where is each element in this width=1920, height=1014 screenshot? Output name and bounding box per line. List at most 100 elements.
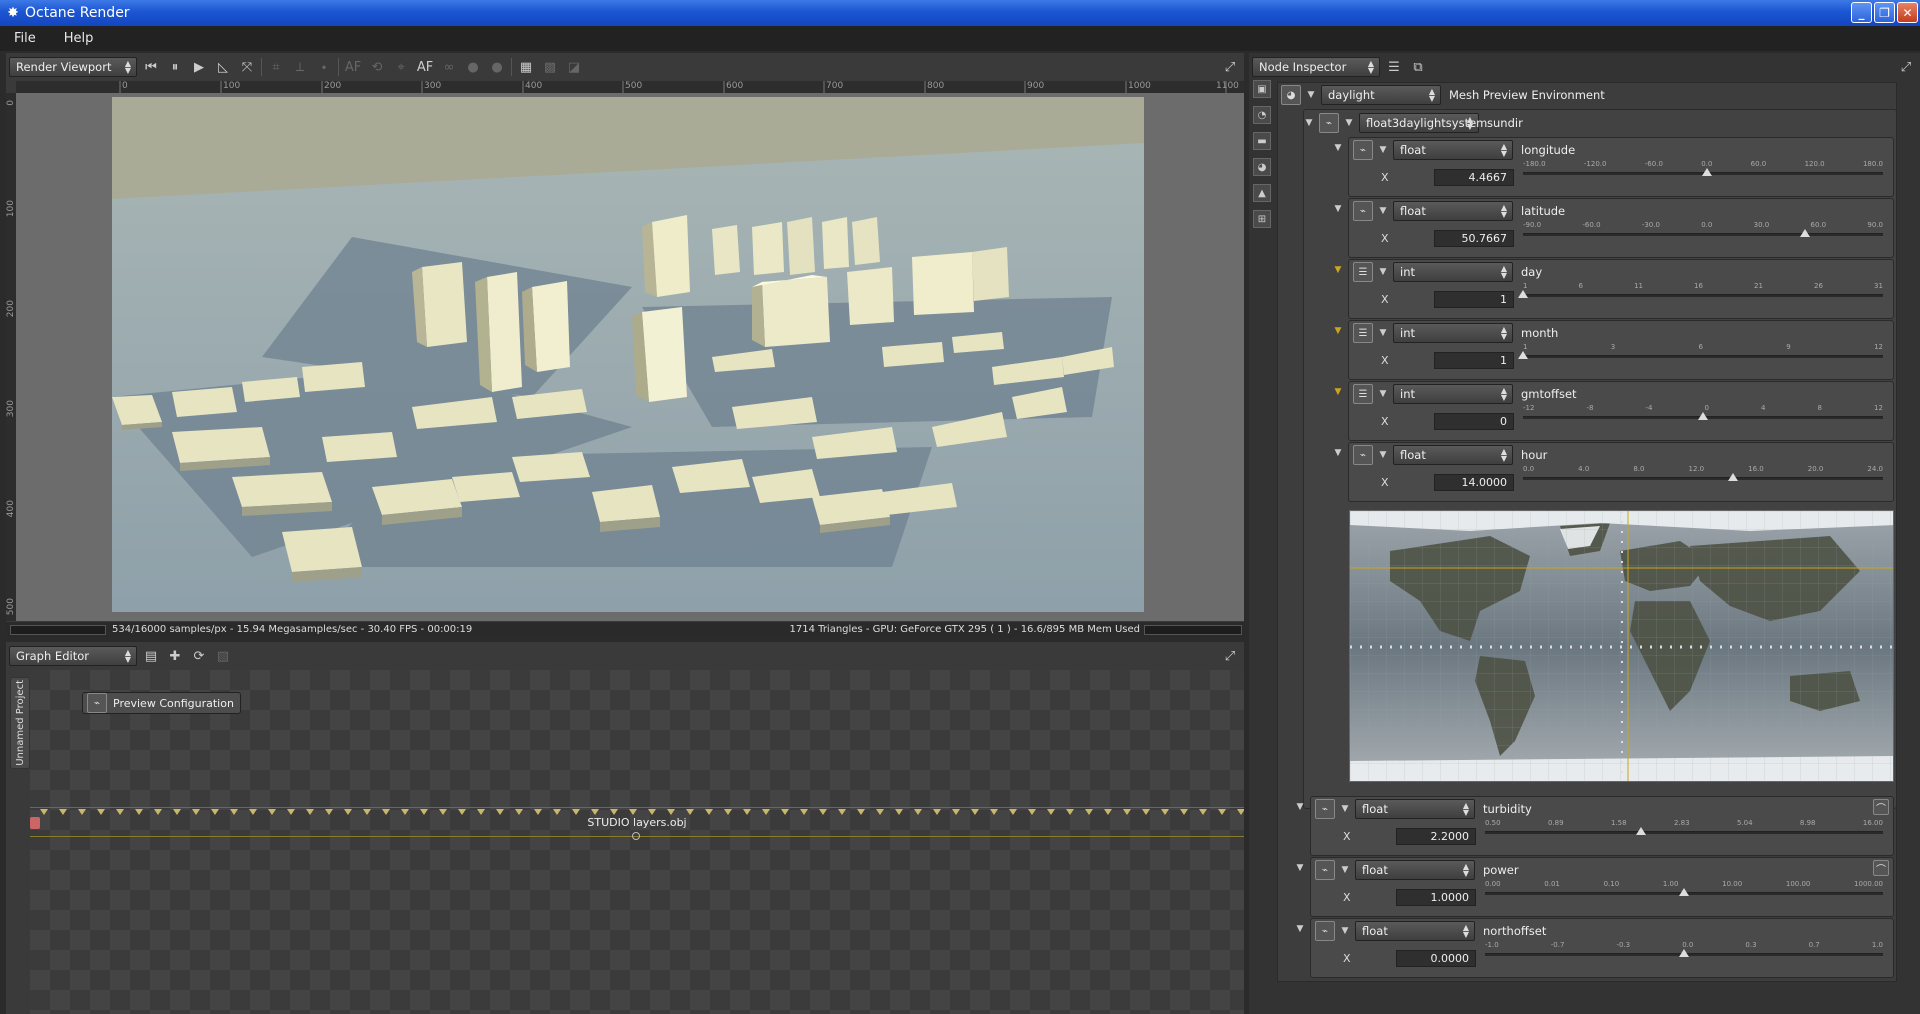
maximize-inspector-icon[interactable]: ⤢ [1896, 57, 1916, 77]
restore-button[interactable]: ❐ [1874, 2, 1895, 23]
minimize-button[interactable]: _ [1851, 2, 1872, 23]
maximize-graph-icon[interactable]: ⤢ [1220, 646, 1240, 666]
gmtoffset-slider[interactable]: -12 -8 -4 0 4 8 12 [1523, 404, 1883, 424]
mesh-icon[interactable]: ▣ [1253, 80, 1271, 98]
latitude-collapse-icon[interactable]: ▼ [1332, 204, 1344, 214]
orbit-icon[interactable]: ⟲ [367, 57, 387, 77]
northoffset-collapse-icon[interactable]: ▼ [1294, 924, 1306, 934]
turbidity-value-field[interactable]: 2.2000 [1396, 828, 1476, 845]
northoffset-value-field[interactable]: 0.0000 [1396, 950, 1476, 967]
month-slider[interactable]: 1 3 6 9 12 [1518, 343, 1883, 363]
preview-configuration-node[interactable]: ⌁ Preview Configuration [82, 692, 241, 714]
day-value-field[interactable]: 1 [1434, 291, 1514, 308]
turbidity-slider-thumb[interactable] [1636, 827, 1647, 835]
environment-icon[interactable]: ◕ [1253, 158, 1271, 176]
pick-icon[interactable]: ⤧ [237, 57, 257, 77]
node-inspector-combo[interactable]: Node Inspector ▲ ▼ [1252, 57, 1380, 77]
target-icon[interactable]: ⌖ [391, 57, 411, 77]
gmtoffset-slider-thumb[interactable] [1698, 412, 1708, 420]
longitude-slider[interactable]: -180.0 -120.0 -60.0 0.0 60.0 120.0 180.0 [1523, 160, 1883, 180]
northoffset-type-combo[interactable]: float ▲ ▼ [1355, 921, 1475, 941]
camera-icon[interactable]: ⌗ [266, 57, 286, 77]
day-type-combo[interactable]: int ▲ ▼ [1393, 262, 1513, 282]
hour-value-field[interactable]: 14.0000 [1434, 474, 1514, 491]
latitude-type-combo[interactable]: float ▲ ▼ [1393, 201, 1513, 221]
day-slider-thumb[interactable] [1518, 290, 1528, 298]
power-expand-icon[interactable]: ▼ [1339, 865, 1351, 875]
month-expand-icon[interactable]: ▼ [1377, 328, 1389, 338]
checker-icon[interactable]: ▩ [540, 57, 560, 77]
node-add-icon[interactable]: ✚ [165, 646, 185, 666]
power-curve-icon[interactable]: ⌒ [1873, 860, 1889, 876]
alpha-icon[interactable]: ◪ [564, 57, 584, 77]
gmtoffset-value-field[interactable]: 0 [1434, 413, 1514, 430]
autofocus-icon[interactable]: AF [343, 57, 363, 77]
daylight-type-combo[interactable]: daylight ▲ ▼ [1321, 85, 1441, 105]
node-delete-icon[interactable]: ▧ [213, 646, 233, 666]
sundir-expand-icon[interactable]: ▼ [1343, 118, 1355, 128]
gmtoffset-expand-icon[interactable]: ▼ [1377, 389, 1389, 399]
power-collapse-icon[interactable]: ▼ [1294, 863, 1306, 873]
expand-icon[interactable]: ⧉ [1408, 57, 1428, 77]
longitude-type-combo[interactable]: float ▲ ▼ [1393, 140, 1513, 160]
link-icon[interactable]: ∞ [439, 57, 459, 77]
hour-slider-thumb[interactable] [1727, 473, 1738, 481]
power-type-combo[interactable]: float ▲ ▼ [1355, 860, 1475, 880]
play-icon[interactable]: ▶ [189, 57, 209, 77]
power-value-field[interactable]: 1.0000 [1396, 889, 1476, 906]
longitude-value-field[interactable]: 4.4667 [1434, 169, 1514, 186]
sphere2-icon[interactable]: ● [487, 57, 507, 77]
day-collapse-icon[interactable]: ▼ [1332, 265, 1344, 275]
sphere1-icon[interactable]: ● [463, 57, 483, 77]
obj-node[interactable]: STUDIO layers.obj [30, 807, 1244, 840]
hour-slider[interactable]: 0.0 4.0 8.0 12.0 16.0 20.0 24.0 [1523, 465, 1883, 485]
collapse-icon[interactable]: ☰ [1384, 57, 1404, 77]
gmtoffset-collapse-icon[interactable]: ▼ [1332, 387, 1344, 397]
texture-icon[interactable]: ▬ [1253, 132, 1271, 150]
northoffset-expand-icon[interactable]: ▼ [1339, 926, 1351, 936]
viewport-combo[interactable]: Render Viewport ▲ ▼ [9, 57, 137, 77]
material-icon[interactable]: ◔ [1253, 106, 1271, 124]
power-slider-thumb[interactable] [1679, 888, 1689, 896]
hour-type-combo[interactable]: float ▲ ▼ [1393, 445, 1513, 465]
project-tab[interactable]: Unnamed Project [10, 677, 30, 769]
node-link-icon[interactable]: ⟳ [189, 646, 209, 666]
latitude-value-field[interactable]: 50.7667 [1434, 230, 1514, 247]
sundir-collapse-icon[interactable]: ▼ [1303, 118, 1315, 128]
pause-icon[interactable]: ⏸ [165, 57, 185, 77]
longitude-slider-thumb[interactable] [1702, 168, 1713, 176]
image-icon[interactable]: ▲ [1253, 184, 1271, 202]
menu-file[interactable]: File [0, 31, 50, 46]
rewind-icon[interactable]: ⏮ [141, 57, 161, 77]
latitude-slider[interactable]: -90.0 -60.0 -30.0 0.0 30.0 60.0 90.0 [1523, 221, 1883, 241]
graph-canvas[interactable] [30, 670, 1244, 1014]
save-graph-icon[interactable]: ▤ [141, 646, 161, 666]
hour-expand-icon[interactable]: ▼ [1377, 450, 1389, 460]
region-icon[interactable]: ◺ [213, 57, 233, 77]
graph-editor-combo[interactable]: Graph Editor ▲ ▼ [9, 646, 137, 666]
expand-daylight-icon[interactable]: ▼ [1305, 90, 1317, 100]
close-button[interactable]: ✕ [1897, 2, 1918, 23]
material-pick-icon[interactable]: ⬩ [314, 57, 334, 77]
menu-help[interactable]: Help [50, 31, 108, 46]
longitude-expand-icon[interactable]: ▼ [1377, 145, 1389, 155]
gmtoffset-type-combo[interactable]: int ▲ ▼ [1393, 384, 1513, 404]
turbidity-type-combo[interactable]: float ▲ ▼ [1355, 799, 1475, 819]
northoffset-slider-thumb[interactable] [1679, 949, 1689, 957]
maximize-viewport-icon[interactable]: ⤢ [1220, 57, 1240, 77]
af-button[interactable]: AF [415, 57, 435, 77]
hour-collapse-icon[interactable]: ▼ [1332, 448, 1344, 458]
obj-node-output-pin[interactable] [632, 832, 640, 840]
grid-icon[interactable]: ▦ [516, 57, 536, 77]
power-slider[interactable]: 0.00 0.01 0.10 1.00 10.00 100.00 1000.00 [1485, 880, 1883, 900]
turbidity-curve-icon[interactable]: ⌒ [1873, 799, 1889, 815]
latitude-slider-thumb[interactable] [1799, 229, 1810, 237]
sundir-type-combo[interactable]: float3daylightsystem ▲ ▼ [1359, 113, 1487, 133]
latitude-expand-icon[interactable]: ▼ [1377, 206, 1389, 216]
day-slider[interactable]: 1 6 11 16 21 26 31 [1518, 282, 1883, 302]
move-icon[interactable]: ⟂ [290, 57, 310, 77]
month-type-combo[interactable]: int ▲ ▼ [1393, 323, 1513, 343]
month-collapse-icon[interactable]: ▼ [1332, 326, 1344, 336]
northoffset-slider[interactable]: -1.0 -0.7 -0.3 0.0 0.3 0.7 1.0 [1485, 941, 1883, 961]
longitude-collapse-icon[interactable]: ▼ [1332, 143, 1344, 153]
